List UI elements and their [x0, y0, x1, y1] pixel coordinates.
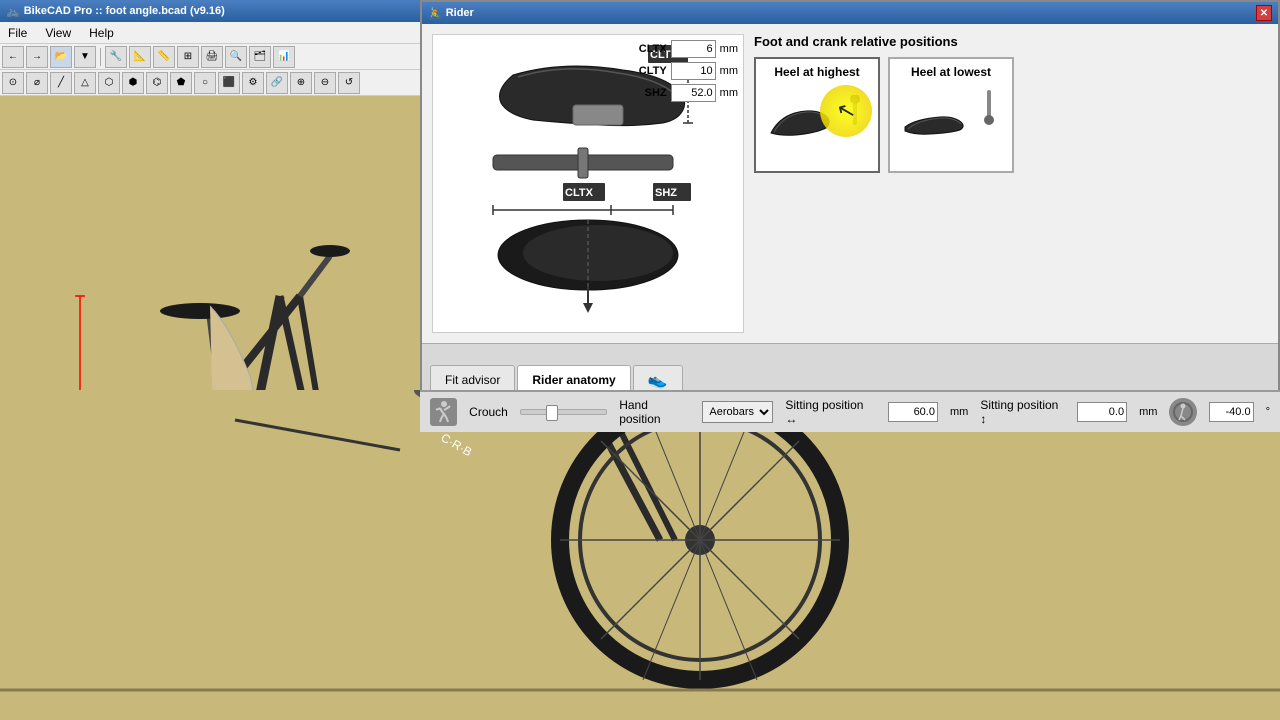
toolbar2-btn-2[interactable]: ⌀: [26, 72, 48, 94]
heel-highest-image: ↖: [762, 85, 872, 165]
tab-fit-advisor[interactable]: Fit advisor: [430, 365, 515, 393]
cltx-input[interactable]: [671, 40, 716, 58]
hand-position-select[interactable]: Aerobars Drops Hoods Tops: [702, 401, 773, 423]
heel-lowest-box[interactable]: Heel at lowest: [888, 57, 1014, 173]
toolbar-btn-11[interactable]: 🗂: [249, 46, 271, 68]
bike-lower: C·R·B: [0, 390, 1280, 720]
cltx-label: CLTX: [632, 43, 667, 55]
dialog-tabs: Fit advisor Rider anatomy 👟: [422, 343, 1278, 393]
toolbar2-btn-6[interactable]: ⬢: [122, 72, 144, 94]
shz-unit: mm: [720, 87, 738, 99]
toolbar2: ⊙ ⌀ ╱ △ ⬡ ⬢ ⌬ ⬟ ○ ⬛ ⚙ 🔗 ⊕ ⊖ ↺: [0, 70, 420, 96]
heel-highest-box[interactable]: Heel at highest: [754, 57, 880, 173]
svg-text:CLTX: CLTX: [565, 187, 594, 199]
toolbar2-btn-4[interactable]: △: [74, 72, 96, 94]
menu-bar: File View Help: [0, 22, 420, 44]
toolbar-btn-2[interactable]: →: [26, 46, 48, 68]
toolbar2-btn-5[interactable]: ⬡: [98, 72, 120, 94]
toolbar-btn-6[interactable]: 📐: [129, 46, 151, 68]
rider-dialog: 🚴 Rider ✕ CLTY: [420, 0, 1280, 395]
clty-unit: mm: [720, 65, 738, 77]
app-icon: 🚲: [6, 5, 20, 18]
toolbar-btn-8[interactable]: ⊞: [177, 46, 199, 68]
cltx-row: CLTX mm: [632, 40, 738, 58]
cursor-highlight: ↖: [820, 85, 872, 137]
main-title-bar: 🚲 BikeCAD Pro :: foot angle.bcad (v9.16): [0, 0, 420, 22]
toolbar-btn-4[interactable]: ▼: [74, 46, 96, 68]
shz-label: SHZ: [632, 87, 667, 99]
rider-dialog-icon: 🚴: [428, 7, 442, 20]
angle-input[interactable]: [1209, 402, 1254, 422]
angle-unit: °: [1266, 406, 1270, 418]
toolbar-btn-10[interactable]: 🔍: [225, 46, 247, 68]
angle-icon: [1169, 398, 1196, 426]
tab-shoe[interactable]: 👟: [633, 365, 683, 393]
crouch-bar: Crouch Hand position Aerobars Drops Hood…: [420, 390, 1280, 432]
sitting-h-label: Sitting position ↔: [785, 398, 876, 426]
sitting-h-unit: mm: [950, 406, 968, 418]
rider-dialog-titlebar: 🚴 Rider ✕: [422, 2, 1278, 24]
sitting-v-label: Sitting position ↕: [980, 398, 1065, 426]
toolbar2-btn-12[interactable]: 🔗: [266, 72, 288, 94]
heel-lowest-label: Heel at lowest: [896, 65, 1006, 79]
menu-help[interactable]: Help: [85, 24, 118, 42]
clty-label: CLTY: [632, 65, 667, 77]
toolbar2-btn-3[interactable]: ╱: [50, 72, 72, 94]
toolbar2-btn-8[interactable]: ⬟: [170, 72, 192, 94]
toolbar-btn-12[interactable]: 📊: [273, 46, 295, 68]
toolbar2-btn-7[interactable]: ⌬: [146, 72, 168, 94]
tab-rider-anatomy[interactable]: Rider anatomy: [517, 365, 630, 393]
toolbar: ← → 📂 ▼ 🔧 📐 📏 ⊞ 🖨 🔍 🗂 📊: [0, 44, 420, 70]
toolbar2-btn-9[interactable]: ○: [194, 72, 216, 94]
crouch-slider-thumb[interactable]: [546, 405, 558, 421]
rider-dialog-close-button[interactable]: ✕: [1256, 5, 1272, 21]
svg-text:SHZ: SHZ: [655, 187, 677, 199]
toolbar-btn-open[interactable]: 📂: [50, 46, 72, 68]
toolbar-btn-7[interactable]: 📏: [153, 46, 175, 68]
rider-dialog-title-text: Rider: [446, 7, 474, 19]
cursor-icon: ↖: [834, 96, 859, 126]
toolbar2-btn-15[interactable]: ↺: [338, 72, 360, 94]
sitting-v-unit: mm: [1139, 406, 1157, 418]
shz-row: SHZ mm: [632, 84, 738, 102]
clty-row: CLTY mm: [632, 62, 738, 80]
heel-highest-label: Heel at highest: [762, 65, 872, 79]
tab-rider-anatomy-label: Rider anatomy: [532, 373, 615, 387]
positions-row: Heel at highest: [754, 57, 1268, 173]
crouch-slider[interactable]: [520, 409, 607, 415]
rider-icon: [430, 398, 457, 426]
toolbar2-btn-13[interactable]: ⊕: [290, 72, 312, 94]
menu-file[interactable]: File: [4, 24, 31, 42]
clty-input[interactable]: [671, 62, 716, 80]
toolbar-btn-1[interactable]: ←: [2, 46, 24, 68]
toolbar-btn-5[interactable]: 🔧: [105, 46, 127, 68]
foot-diagram: CLTY CLTX: [432, 34, 744, 333]
toolbar2-btn-10[interactable]: ⬛: [218, 72, 240, 94]
foot-positions-title: Foot and crank relative positions: [754, 34, 1268, 49]
crouch-label: Crouch: [469, 405, 508, 419]
toolbar2-btn-11[interactable]: ⚙: [242, 72, 264, 94]
sitting-v-input[interactable]: [1077, 402, 1127, 422]
toolbar2-btn-14[interactable]: ⊖: [314, 72, 336, 94]
toolbar-btn-9[interactable]: 🖨: [201, 46, 223, 68]
shz-input[interactable]: [671, 84, 716, 102]
foot-positions-panel: Foot and crank relative positions Heel a…: [754, 34, 1268, 333]
sitting-h-input[interactable]: [888, 402, 938, 422]
cltx-unit: mm: [720, 43, 738, 55]
shoe-tab-icon: 👟: [648, 370, 668, 390]
hand-position-label: Hand position: [619, 398, 690, 426]
toolbar2-btn-1[interactable]: ⊙: [2, 72, 24, 94]
app-title: BikeCAD Pro :: foot angle.bcad (v9.16): [24, 5, 225, 17]
tab-fit-advisor-label: Fit advisor: [445, 373, 500, 387]
menu-view[interactable]: View: [41, 24, 75, 42]
dialog-content: CLTY CLTX: [422, 24, 1278, 343]
heel-lowest-image: [896, 85, 1006, 165]
